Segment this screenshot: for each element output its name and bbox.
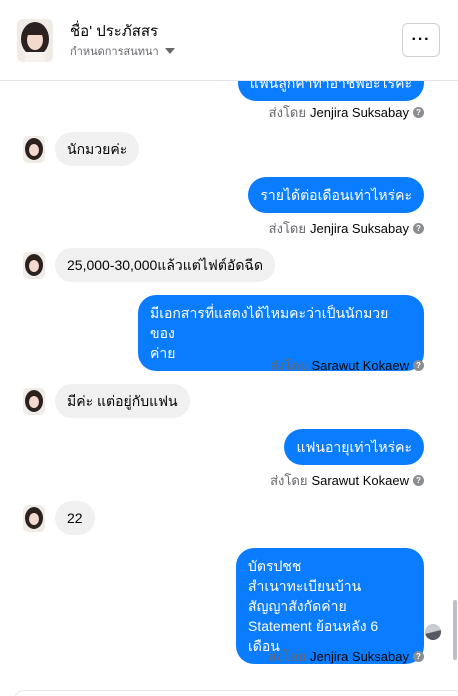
caret-down-icon (164, 48, 175, 54)
conversation-status-dropdown[interactable]: กำหนดการสนทนา (70, 42, 175, 60)
sender-name: Jenjira Suksabay (310, 649, 409, 664)
info-icon[interactable]: ? (413, 107, 424, 118)
sender-name: Sarawut Kokaew (311, 473, 409, 488)
incoming-message-row: นักมวยค่ะ (23, 132, 140, 166)
incoming-message-row: มีค่ะ แต่อยู่กับแฟน (23, 384, 190, 418)
conversation-header: ชื่อ' ประภัสสร กำหนดการสนทนา ··· (0, 0, 458, 81)
outgoing-message[interactable]: แฟนลูกค้าทำอาชีพอะไรคะ (237, 81, 424, 101)
incoming-message[interactable]: นักมวยค่ะ (55, 132, 140, 166)
more-options-button[interactable]: ··· (402, 23, 440, 57)
contact-name[interactable]: ชื่อ' ประภัสสร (70, 19, 158, 43)
sent-by-label: ส่งโดย Jenjira Suksabay ? (269, 218, 424, 239)
outgoing-message[interactable]: รายได้ต่อเดือนเท่าไหร่คะ (248, 177, 424, 213)
message-composer[interactable] (14, 690, 458, 696)
contact-avatar[interactable] (17, 19, 53, 62)
sent-by-label: ส่งโดย Sarawut Kokaew ? (270, 470, 424, 491)
thread-scrollbar[interactable] (453, 600, 457, 660)
sender-name: Sarawut Kokaew (311, 358, 409, 373)
outgoing-message[interactable]: แฟนอายุเท่าไหร่คะ (284, 429, 424, 465)
seen-avatar-icon (425, 624, 441, 640)
contact-avatar-small (23, 387, 45, 415)
contact-avatar-small (23, 251, 45, 279)
sent-by-label: ส่งโดย Jenjira Suksabay ? (269, 102, 424, 123)
sent-by-label: ส่งโดย Sarawut Kokaew ? (270, 355, 424, 376)
more-dots-icon: ··· (411, 31, 431, 48)
message-thread[interactable]: แฟนลูกค้าทำอาชีพอะไรคะ ส่งโดย Jenjira Su… (0, 81, 458, 691)
info-icon[interactable]: ? (413, 651, 424, 662)
sender-name: Jenjira Suksabay (310, 105, 409, 120)
incoming-message[interactable]: 22 (55, 501, 95, 535)
incoming-message[interactable]: 25,000-30,000แล้วแต่ไฟต์อัดฉีด (55, 248, 276, 282)
info-icon[interactable]: ? (413, 360, 424, 371)
info-icon[interactable]: ? (413, 475, 424, 486)
sent-by-label: ส่งโดย Jenjira Suksabay ? (269, 646, 424, 667)
incoming-message-row: 22 (23, 501, 95, 535)
conversation-status-label: กำหนดการสนทนา (70, 46, 159, 58)
incoming-message-row: 25,000-30,000แล้วแต่ไฟต์อัดฉีด (23, 248, 276, 282)
incoming-message[interactable]: มีค่ะ แต่อยู่กับแฟน (55, 384, 190, 418)
contact-avatar-small (23, 504, 45, 532)
info-icon[interactable]: ? (413, 223, 424, 234)
sender-name: Jenjira Suksabay (310, 221, 409, 236)
contact-avatar-small (23, 135, 45, 163)
